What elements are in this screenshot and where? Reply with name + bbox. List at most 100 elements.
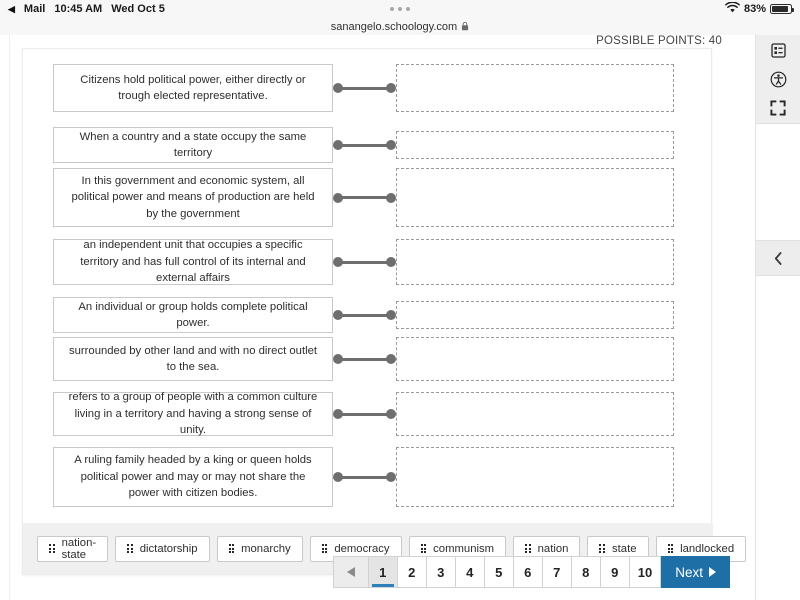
drag-handle-icon[interactable] <box>321 543 328 554</box>
answer-chip-label: communism <box>433 542 495 555</box>
rail-button-fullscreen[interactable] <box>756 93 800 124</box>
pagination-page-10[interactable]: 10 <box>629 556 662 588</box>
match-connector[interactable] <box>333 310 396 320</box>
matching-row: In this government and economic system, … <box>53 168 674 227</box>
tab-dot <box>390 7 394 11</box>
match-connector[interactable] <box>333 140 396 150</box>
answer-chip-label: state <box>612 542 637 555</box>
drag-handle-icon[interactable] <box>599 543 606 554</box>
rail-button-accessibility[interactable] <box>756 64 800 95</box>
prompt-box[interactable]: An individual or group holds complete po… <box>53 297 333 333</box>
pagination-page-4[interactable]: 4 <box>455 556 485 588</box>
answer-chip-nation-state[interactable]: nation-state <box>37 535 109 562</box>
drag-handle-icon[interactable] <box>667 543 674 554</box>
tab-dot <box>406 7 410 11</box>
connector-dot-left[interactable] <box>333 310 343 320</box>
prompt-box[interactable]: Citizens hold political power, either di… <box>53 64 333 112</box>
address-bar-url: sanangelo.schoology.com <box>330 20 458 33</box>
matching-row: an independent unit that occupies a spec… <box>53 239 674 285</box>
matching-row: Citizens hold political power, either di… <box>53 64 674 112</box>
matching-row: A ruling family headed by a king or quee… <box>53 447 674 507</box>
tab-dots-icon[interactable] <box>0 0 800 18</box>
connector-dot-left[interactable] <box>333 83 343 93</box>
connector-dot-right[interactable] <box>386 83 396 93</box>
answer-chip-label: nation-state <box>61 536 97 561</box>
pagination-page-1[interactable]: 1 <box>368 556 398 588</box>
answer-dropzone[interactable] <box>396 131 674 159</box>
answer-dropzone[interactable] <box>396 392 674 436</box>
answer-chip-dictatorship[interactable]: dictatorship <box>115 535 210 562</box>
pagination-page-9[interactable]: 9 <box>600 556 630 588</box>
answer-dropzone[interactable] <box>396 168 674 227</box>
pagination-page-2[interactable]: 2 <box>397 556 427 588</box>
connector-dot-right[interactable] <box>386 192 396 203</box>
drag-handle-icon[interactable] <box>525 543 531 554</box>
answer-dropzone[interactable] <box>396 337 674 381</box>
connector-dot-left[interactable] <box>333 192 343 203</box>
answer-chip-label: democracy <box>334 542 390 555</box>
tab-dot <box>398 7 402 11</box>
rail-button-list-view[interactable] <box>756 35 800 66</box>
match-connector[interactable] <box>333 409 396 419</box>
triangle-left-icon <box>346 567 355 577</box>
answer-chip-monarchy[interactable]: monarchy <box>216 535 303 562</box>
answer-chip-label: monarchy <box>241 542 291 555</box>
rail-collapse-button[interactable] <box>756 240 800 276</box>
match-connector[interactable] <box>333 354 396 364</box>
matching-row: An individual or group holds complete po… <box>53 297 674 333</box>
possible-points-label: POSSIBLE POINTS: 40 <box>596 35 722 47</box>
pagination-page-7[interactable]: 7 <box>542 556 572 588</box>
pagination-prev-button[interactable] <box>332 556 369 588</box>
answer-chip-label: dictatorship <box>139 542 198 555</box>
answer-dropzone[interactable] <box>396 64 674 112</box>
pagination-page-5[interactable]: 5 <box>484 556 514 588</box>
matching-row: When a country and a state occupy the sa… <box>53 127 674 163</box>
list-view-icon <box>770 42 786 58</box>
reader-tools-rail <box>755 35 800 600</box>
matching-question-card: Citizens hold political power, either di… <box>22 48 747 575</box>
matching-row: refers to a group of people with a commo… <box>53 391 674 436</box>
pagination-page-3[interactable]: 3 <box>426 556 456 588</box>
match-connector[interactable] <box>333 83 396 93</box>
connector-dot-right[interactable] <box>386 409 396 419</box>
connector-dot-left[interactable] <box>333 140 343 150</box>
connector-dot-right[interactable] <box>386 310 396 320</box>
connector-dot-left[interactable] <box>333 354 343 364</box>
answer-chip-label: landlocked <box>680 542 735 555</box>
match-connector[interactable] <box>333 192 396 203</box>
connector-dot-right[interactable] <box>386 472 396 482</box>
connector-dot-right[interactable] <box>386 140 396 150</box>
next-button-label: Next <box>675 564 703 580</box>
match-connector[interactable] <box>333 257 396 267</box>
drag-handle-icon[interactable] <box>420 543 427 554</box>
connector-dot-left[interactable] <box>333 409 343 419</box>
answer-dropzone[interactable] <box>396 301 674 329</box>
browser-address-bar[interactable]: sanangelo.schoology.com <box>0 18 800 35</box>
answer-dropzone[interactable] <box>396 239 674 285</box>
prompt-box[interactable]: an independent unit that occupies a spec… <box>53 239 333 285</box>
chevron-left-icon <box>774 251 781 265</box>
answer-dropzone[interactable] <box>396 447 674 507</box>
pagination-page-6[interactable]: 6 <box>513 556 543 588</box>
connector-dot-right[interactable] <box>386 257 396 267</box>
triangle-right-icon <box>709 567 716 577</box>
battery-icon <box>770 4 794 14</box>
prompt-box[interactable]: A ruling family headed by a king or quee… <box>53 447 333 507</box>
drag-handle-icon[interactable] <box>49 543 55 554</box>
prompt-box[interactable]: refers to a group of people with a commo… <box>53 391 333 436</box>
pagination-page-8[interactable]: 8 <box>571 556 601 588</box>
connector-dot-left[interactable] <box>333 257 343 267</box>
matching-row: surrounded by other land and with no dir… <box>53 337 674 381</box>
connector-dot-left[interactable] <box>333 472 343 482</box>
prompt-box[interactable]: surrounded by other land and with no dir… <box>53 337 333 381</box>
wifi-icon <box>725 1 740 16</box>
prompt-box[interactable]: When a country and a state occupy the sa… <box>53 127 333 163</box>
match-connector[interactable] <box>333 472 396 482</box>
connector-dot-right[interactable] <box>386 354 396 364</box>
drag-handle-icon[interactable] <box>127 543 133 554</box>
ipad-browser-screen: ◀ Mail 10:45 AM Wed Oct 5 83% sanangelo.… <box>0 0 800 600</box>
drag-handle-icon[interactable] <box>228 543 235 554</box>
next-page-button[interactable]: Next <box>661 556 730 588</box>
web-page-content: POSSIBLE POINTS: 40 Citizens hold politi… <box>0 35 800 600</box>
prompt-box[interactable]: In this government and economic system, … <box>53 168 333 227</box>
